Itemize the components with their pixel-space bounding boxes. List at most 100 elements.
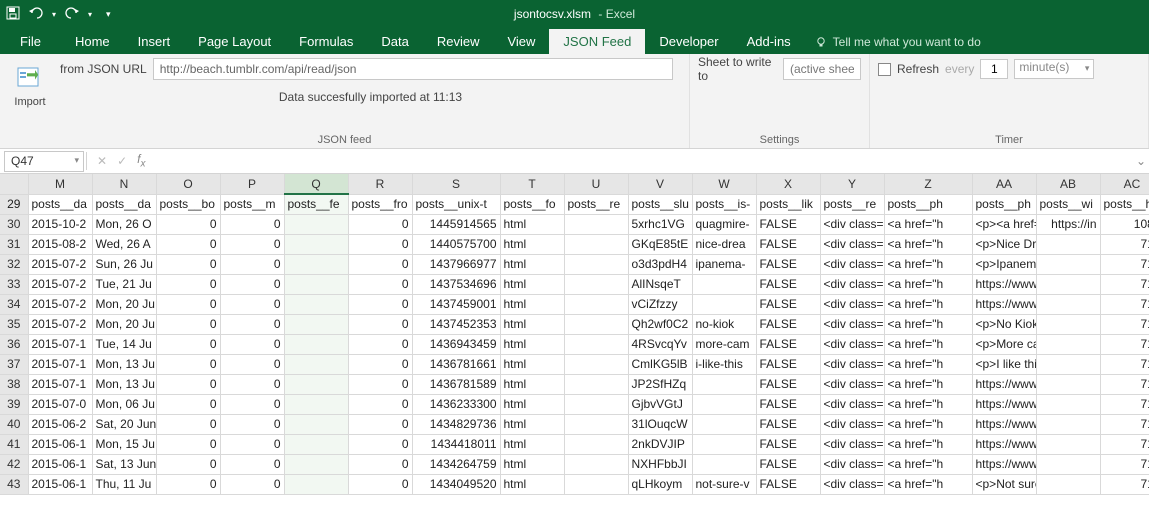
- cell[interactable]: 0: [348, 314, 412, 334]
- enter-icon[interactable]: ✓: [117, 154, 127, 168]
- cell[interactable]: [564, 274, 628, 294]
- fx-icon[interactable]: fx: [137, 152, 149, 169]
- cell[interactable]: 0: [348, 394, 412, 414]
- cell[interactable]: 0: [220, 354, 284, 374]
- cell[interactable]: <p>Not sure what&#: [972, 474, 1036, 494]
- tab-developer[interactable]: Developer: [645, 29, 732, 54]
- cell[interactable]: 2015-07-2: [28, 314, 92, 334]
- cell[interactable]: [284, 274, 348, 294]
- cell[interactable]: 0: [156, 214, 220, 234]
- cell[interactable]: Mon, 13 Ju: [92, 354, 156, 374]
- cell[interactable]: Thu, 11 Ju: [92, 474, 156, 494]
- column-header[interactable]: R: [348, 174, 412, 194]
- save-icon[interactable]: [6, 6, 20, 23]
- tab-home[interactable]: Home: [61, 29, 124, 54]
- qat-customize-icon[interactable]: ▾: [100, 9, 111, 20]
- cell[interactable]: 719: [1100, 354, 1149, 374]
- redo-dropdown-icon[interactable]: ▾: [88, 10, 92, 19]
- cell[interactable]: AlINsqeT: [628, 274, 692, 294]
- cell[interactable]: 0: [348, 334, 412, 354]
- cell[interactable]: [692, 394, 756, 414]
- tell-me-search[interactable]: Tell me what you want to do: [805, 30, 991, 54]
- cell[interactable]: 0: [220, 394, 284, 414]
- cell[interactable]: <a href="h: [884, 414, 972, 434]
- cell[interactable]: <p><a href=: [972, 214, 1036, 234]
- cell[interactable]: [564, 254, 628, 274]
- cell[interactable]: <div class=: [820, 314, 884, 334]
- cell[interactable]: 2015-07-2: [28, 254, 92, 274]
- row-header[interactable]: 29: [0, 194, 28, 214]
- column-header[interactable]: V: [628, 174, 692, 194]
- row-header[interactable]: 40: [0, 414, 28, 434]
- cell[interactable]: html: [500, 394, 564, 414]
- tab-add-ins[interactable]: Add-ins: [733, 29, 805, 54]
- refresh-unit-select[interactable]: minute(s) ▾: [1014, 59, 1094, 79]
- cell[interactable]: [564, 214, 628, 234]
- cell[interactable]: [284, 474, 348, 494]
- cell[interactable]: [284, 414, 348, 434]
- column-header[interactable]: T: [500, 174, 564, 194]
- cell[interactable]: 2015-06-1: [28, 474, 92, 494]
- cell[interactable]: nice-drea: [692, 234, 756, 254]
- column-header[interactable]: N: [92, 174, 156, 194]
- cell[interactable]: 2015-07-1: [28, 334, 92, 354]
- cell[interactable]: 0: [156, 434, 220, 454]
- cell[interactable]: Mon, 26 O: [92, 214, 156, 234]
- cell[interactable]: FALSE: [756, 394, 820, 414]
- cell[interactable]: <a href="h: [884, 214, 972, 234]
- cell[interactable]: posts__wi: [1036, 194, 1100, 214]
- cell[interactable]: posts__slu: [628, 194, 692, 214]
- cell[interactable]: Mon, 20 Ju: [92, 294, 156, 314]
- cell[interactable]: html: [500, 274, 564, 294]
- cell[interactable]: <div class=: [820, 354, 884, 374]
- cell[interactable]: GKqE85tE: [628, 234, 692, 254]
- cell[interactable]: [284, 394, 348, 414]
- cell[interactable]: more-cam: [692, 334, 756, 354]
- cell[interactable]: <a href="h: [884, 234, 972, 254]
- row-header[interactable]: 31: [0, 234, 28, 254]
- cell[interactable]: [564, 474, 628, 494]
- cell[interactable]: 1440575700: [412, 234, 500, 254]
- cell[interactable]: posts__m: [220, 194, 284, 214]
- cell[interactable]: posts__fro: [348, 194, 412, 214]
- cell[interactable]: Sun, 26 Ju: [92, 254, 156, 274]
- cell[interactable]: 0: [220, 454, 284, 474]
- cell[interactable]: FALSE: [756, 454, 820, 474]
- cell[interactable]: posts__da: [28, 194, 92, 214]
- cell[interactable]: Mon, 15 Ju: [92, 434, 156, 454]
- cell[interactable]: 0: [220, 414, 284, 434]
- cell[interactable]: 719: [1100, 374, 1149, 394]
- cell[interactable]: [284, 434, 348, 454]
- cell[interactable]: <p>More camels. I g: [972, 334, 1036, 354]
- cell[interactable]: <a href="h: [884, 374, 972, 394]
- cell[interactable]: [284, 374, 348, 394]
- cell[interactable]: 719: [1100, 234, 1149, 254]
- cell[interactable]: https://www.tumblr.: [972, 454, 1036, 474]
- cell[interactable]: Mon, 13 Ju: [92, 374, 156, 394]
- cell[interactable]: html: [500, 474, 564, 494]
- cell[interactable]: 0: [348, 474, 412, 494]
- cell[interactable]: o3d3pdH4: [628, 254, 692, 274]
- column-header[interactable]: Q: [284, 174, 348, 194]
- cell[interactable]: [564, 354, 628, 374]
- row-header[interactable]: 39: [0, 394, 28, 414]
- cell[interactable]: 719: [1100, 274, 1149, 294]
- cell[interactable]: FALSE: [756, 354, 820, 374]
- cell[interactable]: html: [500, 254, 564, 274]
- cell[interactable]: [692, 274, 756, 294]
- cell[interactable]: [692, 454, 756, 474]
- cell[interactable]: [564, 374, 628, 394]
- cell[interactable]: [1036, 334, 1100, 354]
- cell[interactable]: Mon, 06 Ju: [92, 394, 156, 414]
- cell[interactable]: FALSE: [756, 234, 820, 254]
- select-all-corner[interactable]: [0, 174, 28, 194]
- cell[interactable]: Wed, 26 A: [92, 234, 156, 254]
- cell[interactable]: 0: [220, 214, 284, 234]
- row-header[interactable]: 36: [0, 334, 28, 354]
- cell[interactable]: 1436943459: [412, 334, 500, 354]
- cell[interactable]: [692, 294, 756, 314]
- cell[interactable]: posts__is-: [692, 194, 756, 214]
- cell[interactable]: html: [500, 454, 564, 474]
- cell[interactable]: 1436781589: [412, 374, 500, 394]
- cell[interactable]: 0: [156, 234, 220, 254]
